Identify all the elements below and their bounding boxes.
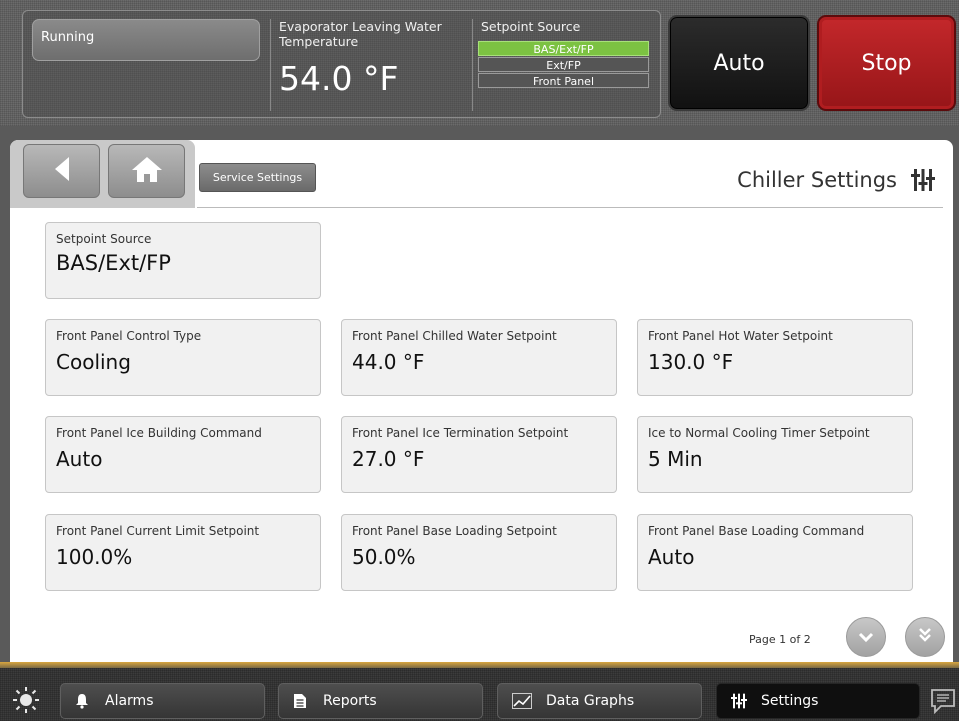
- nav-tab-label: Alarms: [105, 693, 154, 709]
- page-indicator: Page 1 of 2: [749, 633, 811, 646]
- auto-button[interactable]: Auto: [668, 15, 810, 111]
- settings-sliders-icon: [731, 693, 747, 709]
- setting-value: BAS/Ext/FP: [56, 251, 171, 275]
- nav-tab-data-graphs[interactable]: Data Graphs: [497, 683, 702, 719]
- nav-tab-label: Reports: [323, 693, 377, 709]
- setting-label: Front Panel Current Limit Setpoint: [56, 524, 260, 538]
- chevron-down-icon: [858, 628, 874, 647]
- breadcrumb-service-settings[interactable]: Service Settings: [199, 163, 316, 192]
- setpoint-source-option[interactable]: Front Panel: [478, 73, 649, 88]
- back-arrow-icon: [53, 156, 71, 186]
- setting-value: 27.0 °F: [352, 447, 425, 471]
- status-panel: Running Evaporator Leaving Water Tempera…: [22, 10, 661, 118]
- run-status-badge[interactable]: Running: [32, 19, 260, 61]
- setting-label: Front Panel Ice Termination Setpoint: [352, 426, 569, 440]
- setting-label: Front Panel Control Type: [56, 329, 202, 343]
- setting-tile[interactable]: Front Panel Chilled Water Setpoint 44.0 …: [341, 319, 617, 396]
- divider: [472, 19, 473, 111]
- setpoint-source-option[interactable]: Ext/FP: [478, 57, 649, 72]
- setting-tile[interactable]: Ice to Normal Cooling Timer Setpoint 5 M…: [637, 416, 913, 493]
- setting-value: Cooling: [56, 350, 131, 374]
- setting-value: 50.0%: [352, 545, 416, 569]
- setting-tile[interactable]: Front Panel Control Type Cooling: [45, 319, 321, 396]
- home-button[interactable]: [108, 144, 185, 198]
- bell-icon: [75, 693, 91, 709]
- setting-label: Front Panel Ice Building Command: [56, 426, 262, 440]
- setting-value: Auto: [56, 447, 103, 471]
- nav-tab-reports[interactable]: Reports: [278, 683, 483, 719]
- setpoint-source-option[interactable]: BAS/Ext/FP: [478, 41, 649, 56]
- setting-tile[interactable]: Front Panel Base Loading Setpoint 50.0%: [341, 514, 617, 591]
- setting-value: 44.0 °F: [352, 350, 425, 374]
- setting-tile[interactable]: Front Panel Base Loading Command Auto: [637, 514, 913, 591]
- setting-value: Auto: [648, 545, 695, 569]
- setting-value: 100.0%: [56, 545, 133, 569]
- nav-tab-settings[interactable]: Settings: [716, 683, 920, 719]
- chat-icon[interactable]: [929, 688, 957, 715]
- evap-temp-value: 54.0 °F: [279, 59, 399, 98]
- last-page-button[interactable]: [905, 617, 945, 657]
- setting-label: Front Panel Chilled Water Setpoint: [352, 329, 557, 343]
- setting-label: Front Panel Hot Water Setpoint: [648, 329, 833, 343]
- page-title: Chiller Settings: [737, 168, 897, 192]
- stop-button[interactable]: Stop: [817, 15, 956, 111]
- setting-value: 130.0 °F: [648, 350, 734, 374]
- setting-tile[interactable]: Front Panel Hot Water Setpoint 130.0 °F: [637, 319, 913, 396]
- page-down-button[interactable]: [846, 617, 886, 657]
- sun-icon[interactable]: [12, 686, 40, 714]
- evap-temp-label: Evaporator Leaving Water Temperature: [279, 19, 442, 49]
- setting-tile[interactable]: Front Panel Ice Termination Setpoint 27.…: [341, 416, 617, 493]
- nav-tab-alarms[interactable]: Alarms: [60, 683, 265, 719]
- back-button[interactable]: [23, 144, 100, 198]
- setting-label: Setpoint Source: [56, 232, 152, 246]
- setting-value: 5 Min: [648, 447, 703, 471]
- document-icon: [293, 693, 309, 709]
- double-chevron-down-icon: [918, 627, 932, 647]
- setpoint-source-label: Setpoint Source: [481, 19, 581, 34]
- divider: [270, 19, 271, 111]
- nav-tab-label: Data Graphs: [546, 693, 635, 709]
- setting-label: Front Panel Base Loading Setpoint: [352, 524, 557, 538]
- setting-tile[interactable]: Setpoint Source BAS/Ext/FP: [45, 222, 321, 299]
- nav-tab-label: Settings: [761, 693, 819, 709]
- chart-icon: [512, 693, 532, 709]
- setpoint-source-list: BAS/Ext/FP Ext/FP Front Panel: [478, 41, 649, 89]
- home-icon: [130, 155, 164, 187]
- setting-tile[interactable]: Front Panel Current Limit Setpoint 100.0…: [45, 514, 321, 591]
- setting-label: Front Panel Base Loading Command: [648, 524, 865, 538]
- settings-sliders-icon: [911, 168, 935, 192]
- setting-tile[interactable]: Front Panel Ice Building Command Auto: [45, 416, 321, 493]
- setting-label: Ice to Normal Cooling Timer Setpoint: [648, 426, 870, 440]
